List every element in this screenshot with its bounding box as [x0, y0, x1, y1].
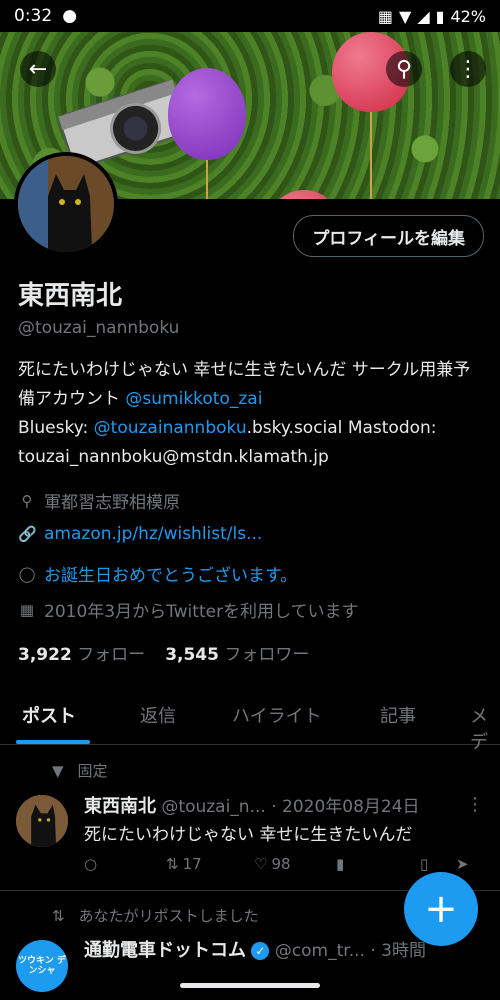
retweet-icon: ⇅ [166, 855, 179, 873]
pinned-label: ▼ 固定 [52, 760, 108, 781]
tweet-actions: ○ ⇅ 17 ♡ 98 ▮ ▯ ➤ [84, 855, 484, 877]
cat-image [16, 795, 68, 847]
status-time: 0:32 [14, 6, 53, 26]
bio-mention-link[interactable]: @sumikkoto_zai [125, 389, 262, 409]
verified-icon: ✓ [251, 942, 270, 960]
more-icon[interactable]: ⋮ [450, 51, 486, 87]
following-label: フォロー [77, 645, 146, 665]
edit-profile-button[interactable]: プロフィールを編集 [293, 215, 484, 257]
balloon-icon [168, 68, 246, 160]
following-link[interactable]: 3,922 フォロー [18, 640, 145, 665]
profile-location: ⚲ 軍都習志野相模原 [18, 488, 181, 514]
search-icon[interactable]: ⚲ [386, 51, 422, 87]
following-count: 3,922 [18, 645, 72, 665]
signal-icon: ◢ [417, 6, 430, 26]
follow-stats: 3,922 フォロー 3,545 フォロワー [18, 640, 309, 665]
tweet-author-name[interactable]: 東西南北 [84, 796, 156, 817]
location-icon: ⚲ [21, 491, 33, 510]
gesture-bar[interactable] [180, 983, 320, 988]
tweet-author-handle: @com_tr... [274, 941, 365, 961]
followers-label: フォロワー [224, 645, 310, 665]
pinned-text: 固定 [77, 762, 108, 780]
tab-media[interactable]: メデ [470, 702, 500, 754]
tweet-date: · 2020年08月24日 [271, 797, 420, 817]
battery-icon: ▮ [435, 6, 445, 26]
status-bar: 0:32 ● ▦ ▼ ◢ ▮ 42% [0, 0, 500, 32]
tweet-author-handle: @touzai_n... [161, 797, 266, 817]
link-icon: 🔗 [18, 525, 37, 543]
compose-icon: + [424, 886, 458, 932]
repost-note: ⇅ あなたがリポストしました [52, 905, 259, 926]
profile-name: 東西南北 [18, 281, 123, 311]
profile-birthday: ◯ お誕生日おめでとうございます。 [18, 561, 298, 587]
balloon-icon [268, 190, 340, 199]
share-icon[interactable]: ➤ [456, 855, 469, 873]
notification-icon: ● [62, 6, 78, 26]
bio-text: Bluesky: [18, 418, 94, 438]
website-link[interactable]: amazon.jp/hz/wishlist/ls... [44, 524, 262, 544]
tab-replies[interactable]: 返信 [140, 702, 176, 728]
like-button[interactable]: ♡ 98 [254, 855, 291, 873]
followers-link[interactable]: 3,545 フォロワー [165, 640, 309, 665]
tweet-avatar[interactable]: ツウキン デンシャ [16, 940, 68, 992]
tweet-text: 死にたいわけじゃない 幸せに生きたいんだ [84, 825, 413, 845]
retweet-button[interactable]: ⇅ 17 [166, 855, 202, 873]
tab-articles[interactable]: 記事 [380, 702, 416, 728]
profile-joined: ▦ 2010年3月からTwitterを利用しています [18, 597, 359, 623]
followers-count: 3,545 [165, 645, 219, 665]
active-tab-indicator [16, 740, 90, 744]
tab-highlights[interactable]: ハイライト [232, 702, 322, 728]
birthday-text: お誕生日おめでとうございます。 [44, 566, 298, 586]
location-text: 軍都習志野相模原 [44, 493, 180, 513]
calendar-icon: ▦ [19, 600, 35, 619]
tweet-avatar[interactable] [16, 795, 68, 847]
tweet-header: 東西南北 @touzai_n... · 2020年08月24日 [84, 792, 420, 818]
back-arrow-icon[interactable]: ← [20, 51, 56, 87]
views-icon[interactable]: ▮ [336, 855, 344, 873]
tweet-author-name[interactable]: 通勤電車ドットコム [84, 940, 246, 961]
bio-bluesky-link[interactable]: @touzainannboku [94, 418, 247, 438]
profile-handle: @touzai_nannboku [18, 318, 180, 338]
profile-bio: 死にたいわけじゃない 幸せに生きたいんだ サークル用兼予備アカウント @sumi… [18, 356, 483, 472]
profile-avatar[interactable] [14, 152, 118, 256]
reply-icon[interactable]: ○ [84, 855, 97, 873]
tweet-time: · 3時間 [370, 941, 426, 961]
tweet-more-icon[interactable]: ⋮ [466, 794, 484, 815]
vibrate-icon: ▦ [377, 6, 393, 26]
tweet-header: 通勤電車ドットコム ✓ @com_tr... · 3時間 [84, 936, 426, 962]
retweet-count: 17 [182, 855, 202, 873]
repost-note-text: あなたがリポストしました [78, 907, 259, 925]
retweet-icon: ⇅ [52, 906, 65, 925]
like-count: 98 [271, 855, 291, 873]
profile-website[interactable]: 🔗 amazon.jp/hz/wishlist/ls... [18, 524, 262, 544]
joined-text: 2010年3月からTwitterを利用しています [44, 602, 359, 622]
compose-button[interactable]: + [404, 872, 478, 946]
balloon-icon: ◯ [18, 564, 36, 583]
wifi-icon: ▼ [399, 6, 412, 26]
pin-icon: ▼ [52, 761, 64, 780]
like-icon: ♡ [254, 855, 268, 873]
battery-level: 42% [450, 6, 486, 26]
tab-posts[interactable]: ポスト [22, 702, 76, 728]
profile-tabs: ポスト 返信 ハイライト 記事 メデ [0, 694, 500, 753]
cat-image [18, 156, 114, 252]
bookmark-icon[interactable]: ▯ [420, 855, 428, 873]
